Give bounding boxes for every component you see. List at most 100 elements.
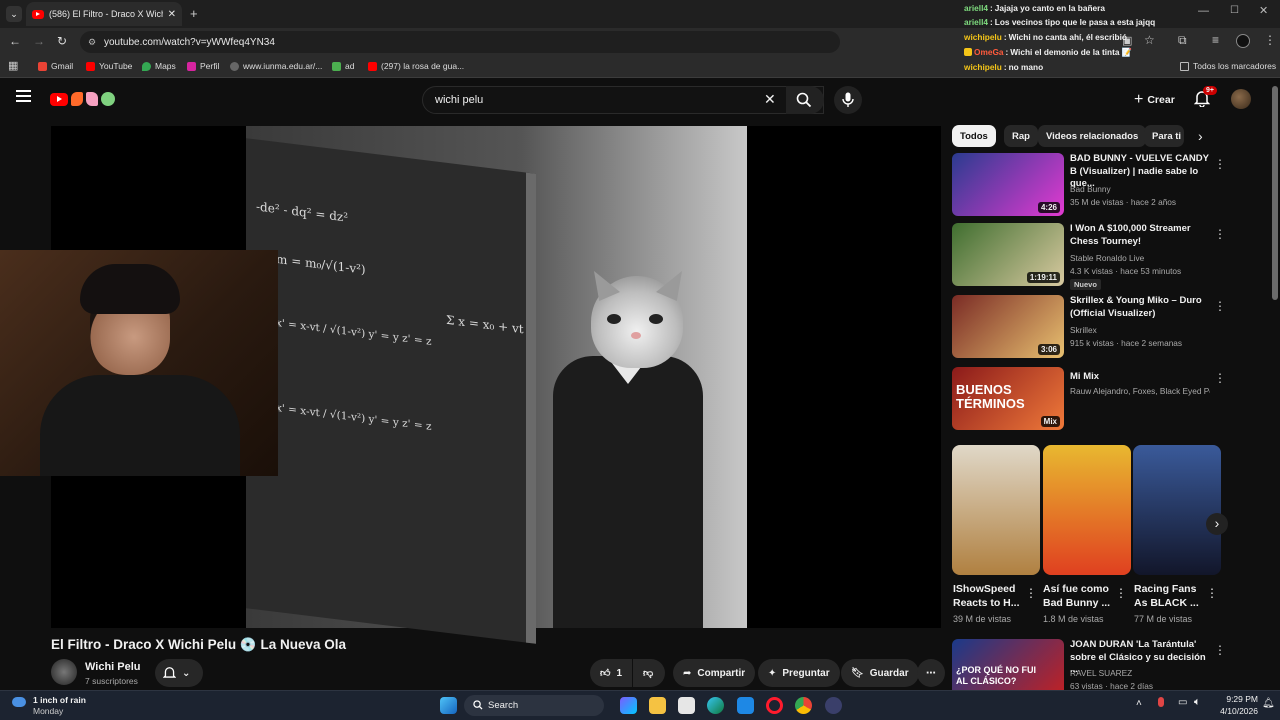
chat-separator: : (1003, 32, 1007, 42)
video-thumbnail[interactable]: 3:06 (952, 295, 1064, 358)
browser-menu-icon[interactable]: ⋮ (1264, 33, 1276, 47)
reload-icon[interactable]: ↻ (57, 34, 67, 48)
bookmark-maps[interactable]: Maps (142, 61, 176, 71)
share-button[interactable]: ➦ Compartir (673, 659, 756, 687)
short-thumbnail[interactable] (1133, 445, 1221, 575)
video-thumbnail[interactable]: 1:19:11 (952, 223, 1064, 286)
recommendation-channel[interactable]: Bad Bunny (1070, 184, 1111, 194)
tab-list-button[interactable]: ⌄ (6, 6, 22, 22)
channel-avatar[interactable] (51, 659, 77, 685)
recommendation-item[interactable]: BUENOS TÉRMINOS Mix Mi Mix Rauw Alejandro… (952, 367, 1226, 433)
recommendation-item[interactable]: 3:06 Skrillex & Young Miko – Duro (Offic… (952, 295, 1226, 361)
bookmark-label: Perfil (200, 61, 220, 71)
store-icon[interactable] (678, 697, 695, 714)
short-title[interactable]: Racing Fans As BLACK ... (1134, 582, 1206, 610)
short-title[interactable]: Así fue como Bad Bunny ... (1043, 582, 1115, 610)
bookmark-label: Gmail (51, 61, 74, 71)
bookmark-label: ad (345, 61, 355, 71)
short-thumbnail[interactable] (952, 445, 1040, 575)
clock[interactable]: 9:29 PM 4/10/2026 (1218, 694, 1258, 716)
more-options-icon[interactable]: ⋮ (1115, 586, 1127, 600)
more-options-icon[interactable]: ⋮ (1206, 586, 1218, 600)
short-thumbnail[interactable] (1043, 445, 1131, 575)
apps-grid-icon[interactable]: ▦ (8, 59, 18, 72)
recommendation-title[interactable]: I Won A $100,000 Streamer Chess Tourney! (1070, 223, 1210, 248)
subscription-bell-button[interactable]: ⌄ (155, 659, 203, 687)
more-options-icon[interactable]: ⋮ (1214, 643, 1222, 657)
like-button[interactable]: 👍︎ 1 (590, 659, 632, 687)
browser-tab-active[interactable]: (586) El Filtro - Draco X Wichi P ✕ (26, 2, 182, 26)
channel-name[interactable]: Wichi Pelu (85, 661, 141, 673)
file-explorer-icon[interactable] (649, 697, 666, 714)
network-icon[interactable]: ▭ (1178, 697, 1187, 708)
video-frame-cat-at-blackboard: -de² - dq² = dz² m = m₀/√(1-v²) Σ x = x₀… (246, 126, 747, 644)
recommendation-item[interactable]: 4:26 BAD BUNNY - VUELVE CANDY B (Visuali… (952, 153, 1226, 219)
create-button[interactable]: + Crear (1124, 88, 1185, 112)
opera-icon[interactable] (766, 697, 783, 714)
video-thumbnail[interactable]: 4:26 (952, 153, 1064, 216)
more-options-icon[interactable]: ⋮ (1214, 157, 1226, 171)
chips-next-icon[interactable]: › (1198, 128, 1203, 144)
more-options-icon[interactable]: ⋮ (1214, 371, 1226, 385)
show-hidden-icons[interactable]: ˄ (1136, 698, 1142, 709)
chip-para-ti[interactable]: Para ti (1144, 125, 1184, 147)
bookmark-gmail[interactable]: Gmail (38, 61, 73, 71)
bookmark-perfil[interactable]: Perfil (187, 61, 219, 71)
edge-icon[interactable] (707, 697, 724, 714)
chip-videos-relacionados[interactable]: Videos relacionados (1038, 125, 1147, 147)
close-window-icon[interactable]: ✕ (1259, 4, 1268, 17)
bookmark-la-rosa[interactable]: (297) la rosa de gua... (368, 61, 464, 71)
site-info-icon[interactable]: ⚙ (88, 37, 96, 48)
mix-thumbnail[interactable]: BUENOS TÉRMINOS Mix (952, 367, 1064, 430)
address-bar[interactable]: ⚙ youtube.com/watch?v=yWWfeq4YN34 (80, 31, 840, 53)
recommendation-channel[interactable]: RAVEL SUAREZ (1070, 668, 1132, 678)
recommendation-item[interactable]: 1:19:11 I Won A $100,000 Streamer Chess … (952, 223, 1226, 293)
close-tab-icon[interactable]: ✕ (168, 9, 176, 20)
microphone-icon[interactable] (1158, 697, 1164, 707)
more-options-icon[interactable]: ⋮ (1025, 586, 1037, 600)
chip-todos[interactable]: Todos (952, 125, 996, 147)
weather-widget[interactable]: 1 inch of rain Monday (12, 695, 112, 717)
recommendation-channel[interactable]: Skrillex (1070, 325, 1097, 335)
back-arrow-icon[interactable]: ← (9, 34, 21, 48)
notification-center-icon[interactable]: 🔔︎ (1262, 698, 1275, 709)
recommendation-title[interactable]: Skrillex & Young Miko – Duro (Official V… (1070, 295, 1210, 320)
dislike-button[interactable]: 👎︎ (633, 659, 665, 687)
chrome-icon[interactable] (795, 697, 812, 714)
hamburger-menu-icon[interactable] (16, 90, 31, 102)
windows-start-icon[interactable] (440, 697, 457, 714)
more-options-icon[interactable]: ⋮ (1214, 227, 1226, 241)
voice-search-button[interactable] (834, 86, 862, 114)
more-options-icon[interactable]: ⋮ (1214, 299, 1226, 313)
forward-arrow-icon[interactable]: → (33, 34, 45, 48)
more-actions-button[interactable]: ⋯ (917, 659, 945, 687)
recommendation-item[interactable]: ¿POR QUÉ NO FUI AL CLÁSICO? JOAN DURAN '… (952, 639, 1222, 690)
bookmark-youtube[interactable]: YouTube (86, 61, 132, 71)
shorts-next-button[interactable]: › (1206, 513, 1228, 535)
chat-user: wichipelu (964, 32, 1002, 42)
volume-icon[interactable]: 🔈︎ (1194, 696, 1201, 709)
taskbar-search-box[interactable]: Search (464, 695, 604, 716)
youtube-doodle-logo[interactable] (50, 90, 118, 108)
app-icon[interactable] (825, 697, 842, 714)
notifications-button[interactable]: 9+ (1193, 86, 1217, 112)
new-tab-button[interactable]: + (190, 6, 198, 21)
mail-icon[interactable] (737, 697, 754, 714)
profile-avatar[interactable] (1236, 34, 1250, 48)
recommendation-channel[interactable]: Stable Ronaldo Live (1070, 253, 1144, 263)
page-scrollbar[interactable] (1272, 86, 1278, 300)
chip-rap[interactable]: Rap (1004, 125, 1038, 147)
video-thumbnail[interactable]: ¿POR QUÉ NO FUI AL CLÁSICO? (952, 639, 1064, 690)
recommendation-title[interactable]: Mi Mix (1070, 371, 1210, 384)
save-button[interactable]: 🔖︎ Guardar (841, 659, 919, 687)
bookmark-iunma[interactable]: www.iunma.edu.ar/... (230, 61, 322, 71)
copilot-icon[interactable] (620, 697, 637, 714)
clear-search-icon[interactable]: ✕ (764, 91, 776, 108)
account-avatar[interactable] (1231, 89, 1251, 109)
ask-button[interactable]: ✦ Preguntar (758, 659, 840, 687)
bookmark-ad[interactable]: ad (332, 61, 354, 71)
duration-badge: 4:26 (1037, 202, 1060, 213)
short-title[interactable]: IShowSpeed Reacts to H... (953, 582, 1025, 610)
search-button[interactable] (786, 86, 824, 114)
maximize-icon[interactable]: ☐ (1230, 5, 1239, 16)
